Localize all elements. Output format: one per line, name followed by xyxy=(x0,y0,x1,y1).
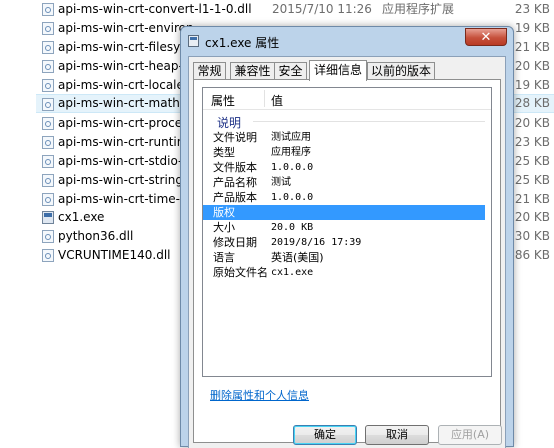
dll-file-icon xyxy=(42,230,54,243)
file-name: cx1.exe xyxy=(58,210,105,224)
dialog-client: 常规 兼容性 安全 详细信息 以前的版本 属性 值 说明 文件说明 测试应用 类… xyxy=(188,56,506,448)
dll-file-icon xyxy=(42,174,54,187)
property-row[interactable]: 产品版本 1.0.0.0 xyxy=(203,190,485,205)
ok-button[interactable]: 确定 xyxy=(293,425,357,445)
file-size: 19 KB xyxy=(514,78,550,92)
file-size: 23 KB xyxy=(514,2,550,16)
file-size: 20 KB xyxy=(514,116,550,130)
properties-dialog: cx1.exe 属性 ✕ 常规 兼容性 安全 详细信息 以前的版本 属性 值 说… xyxy=(180,26,514,448)
tab-compatibility[interactable]: 兼容性 xyxy=(230,62,275,79)
dll-file-icon xyxy=(42,155,54,168)
file-type: 应用程序扩展 xyxy=(382,2,455,16)
file-size: 21 KB xyxy=(514,192,550,206)
property-value: cx1.exe xyxy=(271,267,314,278)
exe-file-icon xyxy=(188,35,199,47)
group-header: 说明 xyxy=(217,116,242,130)
exe-file-icon xyxy=(42,211,54,224)
property-value: 1.0.0.0 xyxy=(271,162,314,173)
property-key: 文件版本 xyxy=(213,161,257,174)
property-row[interactable]: 原始文件名 cx1.exe xyxy=(203,265,485,280)
property-row-selected[interactable]: 版权 xyxy=(203,205,485,220)
file-size: 20 KB xyxy=(514,210,550,224)
property-row[interactable]: 类型 应用程序 xyxy=(203,145,485,160)
property-row[interactable]: 产品名称 测试 xyxy=(203,175,485,190)
property-value: 英语(美国) xyxy=(271,251,324,264)
file-name: api-ms-win-crt-filesyste xyxy=(58,40,199,54)
property-key: 产品名称 xyxy=(213,176,257,189)
tab-previous-versions[interactable]: 以前的版本 xyxy=(367,62,435,79)
file-row[interactable]: api-ms-win-crt-convert-l1-1-0.dll 2015/7… xyxy=(36,0,554,19)
file-name: VCRUNTIME140.dll xyxy=(58,248,171,262)
file-name: api-ms-win-crt-convert-l1-1-0.dll xyxy=(58,2,252,16)
properties-list[interactable]: 属性 值 说明 文件说明 测试应用 类型 应用程序 文件版本 1.0.0.0 产… xyxy=(202,87,492,377)
property-value: 测试应用 xyxy=(271,132,311,143)
column-header-value[interactable]: 值 xyxy=(271,92,283,109)
file-name: api-ms-win-crt-math-l1 xyxy=(58,96,196,110)
dll-file-icon xyxy=(42,41,54,54)
tab-details[interactable]: 详细信息 xyxy=(309,60,367,81)
tab-general[interactable]: 常规 xyxy=(193,62,226,79)
close-button[interactable]: ✕ xyxy=(465,28,507,46)
file-name: api-ms-win-crt-string-l xyxy=(58,173,191,187)
dialog-title: cx1.exe 属性 xyxy=(205,36,280,50)
property-value: 应用程序 xyxy=(271,147,311,158)
column-divider[interactable] xyxy=(264,90,265,107)
apply-button[interactable]: 应用(A) xyxy=(438,425,502,445)
file-size: 23 KB xyxy=(514,135,550,149)
property-row[interactable]: 修改日期 2019/8/16 17:39 xyxy=(203,235,485,250)
file-size: 19 KB xyxy=(514,21,550,35)
dll-file-icon xyxy=(42,3,54,16)
property-row[interactable]: 大小 20.0 KB xyxy=(203,220,485,235)
property-key: 语言 xyxy=(213,251,235,264)
dialog-titlebar[interactable]: cx1.exe 属性 ✕ xyxy=(181,27,513,55)
dll-file-icon xyxy=(42,60,54,73)
property-row[interactable]: 语言 英语(美国) xyxy=(203,250,485,265)
dll-file-icon xyxy=(42,22,54,35)
property-value: 2019/8/16 17:39 xyxy=(271,237,362,248)
property-row[interactable]: 文件说明 测试应用 xyxy=(203,130,485,145)
property-value: 测试 xyxy=(271,177,291,188)
file-date: 2015/7/10 11:26 xyxy=(272,2,372,16)
file-size: 21 KB xyxy=(514,40,550,54)
dll-file-icon xyxy=(42,79,54,92)
file-name: api-ms-win-crt-heap-l1 xyxy=(58,59,194,73)
property-key: 大小 xyxy=(213,221,235,234)
file-name: api-ms-win-crt-environ xyxy=(58,21,194,35)
property-key: 产品版本 xyxy=(213,191,257,204)
file-size: 86 KB xyxy=(514,248,550,262)
dll-file-icon xyxy=(42,98,54,111)
remove-properties-link[interactable]: 删除属性和个人信息 xyxy=(210,387,309,403)
cancel-button[interactable]: 取消 xyxy=(365,425,429,445)
property-value: 1.0.0.0 xyxy=(271,192,314,203)
file-name: python36.dll xyxy=(58,229,134,243)
property-value: 20.0 KB xyxy=(271,222,314,233)
file-size: 28 KB xyxy=(514,96,550,110)
dll-file-icon xyxy=(42,136,54,149)
dll-file-icon xyxy=(42,249,54,262)
dll-file-icon xyxy=(42,193,54,206)
file-size: 20 KB xyxy=(514,59,550,73)
property-key: 修改日期 xyxy=(213,236,257,249)
column-header-property[interactable]: 属性 xyxy=(211,92,235,109)
details-panel: 属性 值 说明 文件说明 测试应用 类型 应用程序 文件版本 1.0.0.0 产… xyxy=(193,79,501,443)
property-key: 类型 xyxy=(213,146,235,159)
file-name: api-ms-win-crt-time-l1- xyxy=(58,192,196,206)
file-name: api-ms-win-crt-runtime xyxy=(58,135,196,149)
file-size: 25 KB xyxy=(514,173,550,187)
dll-file-icon xyxy=(42,117,54,130)
property-key: 版权 xyxy=(213,206,235,219)
property-row[interactable]: 文件版本 1.0.0.0 xyxy=(203,160,485,175)
list-header: 属性 值 xyxy=(203,88,491,110)
file-size: 25 KB xyxy=(514,154,550,168)
file-name: api-ms-win-crt-stdio-l1 xyxy=(58,154,194,168)
file-name: api-ms-win-crt-process xyxy=(58,116,195,130)
property-key: 文件说明 xyxy=(213,131,257,144)
group-divider xyxy=(253,121,485,122)
property-key: 原始文件名 xyxy=(213,266,268,279)
file-name: api-ms-win-crt-locale-l xyxy=(58,78,192,92)
tab-security[interactable]: 安全 xyxy=(274,62,307,79)
